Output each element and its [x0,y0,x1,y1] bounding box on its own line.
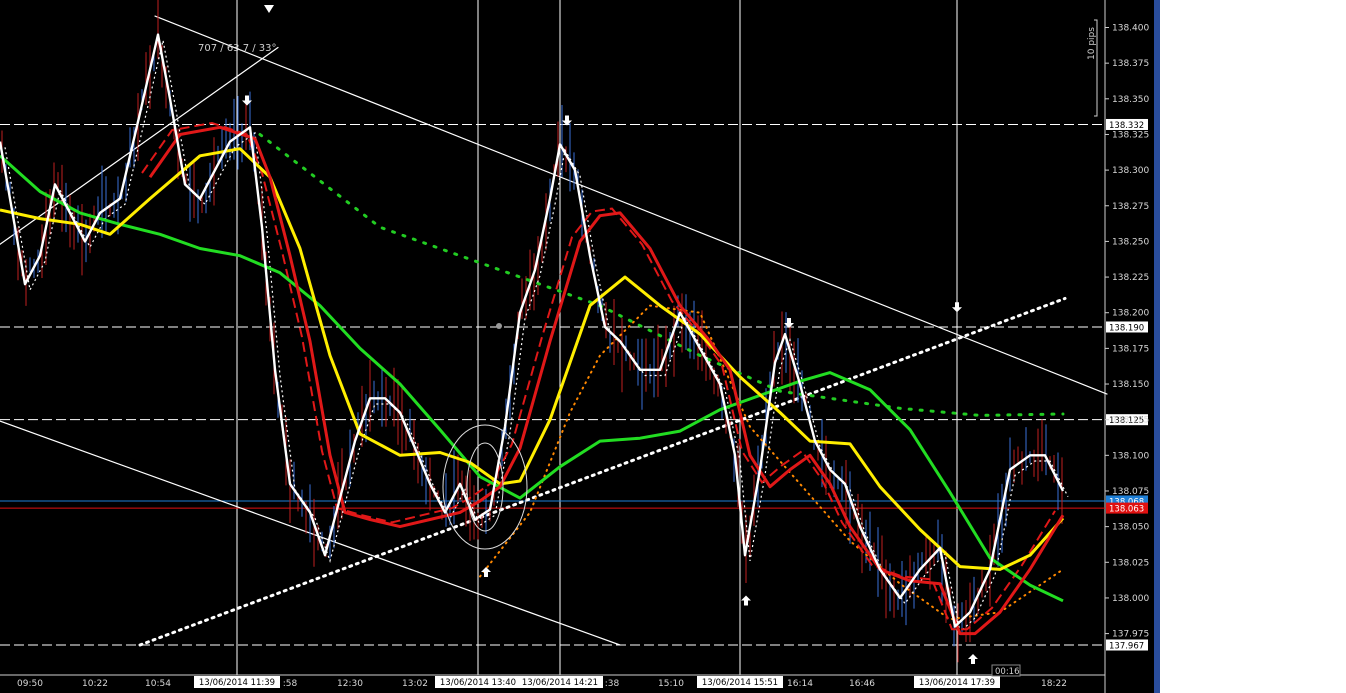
x-tick-label: 13:02 [402,679,428,689]
y-tick-label: 138.000 [1112,594,1149,604]
drawing-objects [264,5,528,550]
x-tick-label: :58 [283,679,298,689]
trendline [154,15,1108,395]
x-marker-label: 13/06/2014 11:39 [199,678,275,688]
sell-arrow [952,302,962,313]
y-tick-label: 138.050 [1112,523,1149,533]
y-tick-label: 138.175 [1112,344,1149,354]
highlight-ellipse [442,424,528,550]
y-tick-label: 138.275 [1112,202,1149,212]
horizontal-levels: 138.332138.190138.125138.068138.063137.9… [0,118,1148,652]
pips-label: 10 pips [1087,27,1097,60]
indicator-series [0,154,1064,603]
top-marker [264,5,274,13]
time-axis: 09:50 10:22 10:54 13/06/2014 11:39 :58 12:30 1… [17,676,1067,689]
level-price-label: 137.967 [1109,642,1144,652]
x-marker-label: 13/06/2014 15:51 [702,678,778,688]
y-tick-label: 138.025 [1112,558,1149,568]
buy-arrow [741,595,751,606]
x-tick-label: 10:22 [82,679,108,689]
x-tick-label: 09:50 [17,679,43,689]
white-dotted-series [4,40,1069,634]
x-marker-label: 13/06/2014 13:40 [440,678,516,688]
y-tick-label: 138.300 [1112,166,1149,176]
signal-arrows [242,95,978,664]
x-tick-label: :38 [605,679,620,689]
y-tick-label: 138.225 [1112,273,1149,283]
angle-label: 707 / 63.7 / 33° [198,43,277,54]
price-chart[interactable]: 138.332138.190138.125138.068138.063137.9… [0,0,1160,693]
y-tick-label: 138.125 [1112,416,1149,426]
x-tick-label: 18:22 [1041,679,1067,689]
x-tick-label: 10:54 [145,679,171,689]
y-tick-label: 138.400 [1112,24,1149,34]
y-tick-label: 137.975 [1112,630,1149,640]
y-tick-label: 138.350 [1112,95,1149,105]
y-tick-label: 138.375 [1112,59,1149,69]
y-tick-label: 138.250 [1112,237,1149,247]
anchor-dot [496,323,502,329]
buy-arrow [481,566,491,577]
chart-window[interactable]: 138.332 138.190 138.125 138.068 138.063 137.9… [0,0,1160,693]
x-tick-label: 12:30 [337,679,363,689]
x-marker-label: 13/06/2014 17:39 [919,678,995,688]
x-tick-label: 16:14 [787,679,813,689]
y-tick-label: 138.200 [1112,309,1149,319]
buy-arrow [968,653,978,664]
indicator-series [0,33,1065,628]
y-tick-label: 138.100 [1112,451,1149,461]
y-tick-label: 138.075 [1112,487,1149,497]
x-marker-label: 13/06/2014 14:21 [522,678,598,688]
y-tick-label: 138.150 [1112,380,1149,390]
x-tick-label: 15:10 [658,679,684,689]
timer-label: 00:16 [995,667,1020,677]
x-tick-label: 16:46 [849,679,875,689]
price-candles [1,0,1063,663]
dotted-indicator [258,133,1065,417]
window-border [1154,0,1160,693]
trendline [138,296,1067,647]
level-price-label: 138.063 [1109,505,1144,515]
y-tick-label: 138.325 [1112,130,1149,140]
level-price-label: 138.190 [1109,323,1144,333]
